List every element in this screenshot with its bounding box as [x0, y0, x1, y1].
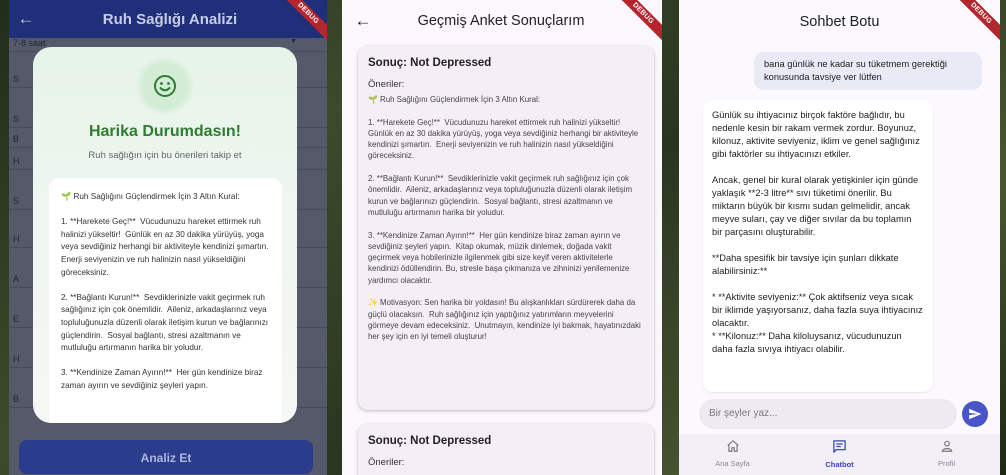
dialog-icon-badge [136, 57, 194, 115]
arrow-left-icon[interactable]: ← [342, 11, 384, 31]
debug-label: DEBUG [281, 0, 327, 43]
nav-item-home[interactable]: Ana Sayfa [679, 434, 786, 475]
send-button[interactable] [962, 401, 988, 427]
bot-message: Günlük su ihtiyacınız birçok faktöre bağ… [703, 100, 933, 392]
nav-label: Chatbot [825, 460, 854, 469]
field-label: S [13, 74, 20, 84]
result-label: Sonuç: Not Depressed [368, 435, 492, 447]
result-card: Sonuç: Not Depressed Öneriler: [358, 424, 654, 475]
suggestions-card: 🌱 Ruh Sağlığını Güçlendirmek İçin 3 Altı… [49, 178, 282, 423]
field-label: S [13, 114, 20, 124]
app-bar: ← Ruh Sağlığı Analizi [9, 0, 327, 38]
chatbot-screen: Sohbet Botu bana günlük ne kadar su tüke… [679, 0, 1000, 475]
screenshot-collage: ← Ruh Sağlığı Analizi 7-8 saat ▼ S S B H… [0, 0, 1006, 475]
field-label: A [13, 274, 20, 284]
smile-icon [154, 75, 176, 97]
analysis-screen: ← Ruh Sağlığı Analizi 7-8 saat ▼ S S B H… [9, 0, 327, 475]
app-bar: ← Geçmiş Anket Sonuçlarım [342, 0, 662, 42]
result-dialog: Harika Durumdasın! Ruh sağlığın için bu … [33, 47, 297, 423]
page-title: Sohbet Botu [799, 14, 880, 30]
debug-label: DEBUG [954, 0, 1000, 43]
message-composer: Bir şeyler yaz... [679, 394, 1000, 434]
debug-banner: DEBUG [616, 0, 662, 46]
nav-label: Ana Sayfa [715, 459, 750, 468]
history-screen: ← Geçmiş Anket Sonuçlarım Sonuç: Not Dep… [342, 0, 662, 475]
field-label: S [13, 196, 20, 206]
user-message: bana günlük ne kadar su tüketmem gerekti… [754, 52, 982, 90]
field-label: B [13, 134, 20, 144]
result-card: Sonuç: Not Depressed Öneriler: 🌱 Ruh Sağ… [358, 46, 654, 410]
home-icon [726, 440, 739, 452]
chat-icon [833, 440, 846, 453]
field-value: 7-8 saat [13, 38, 46, 48]
analyze-button[interactable]: Analiz Et [19, 440, 313, 474]
send-icon [969, 408, 982, 420]
field-label: H [13, 234, 20, 244]
field-label: H [13, 354, 20, 364]
suggestions-text: 🌱 Ruh Sağlığını Güçlendirmek İçin 3 Altı… [61, 192, 269, 390]
message-input[interactable]: Bir şeyler yaz... [699, 399, 957, 429]
dialog-title: Harika Durumdasın! [88, 123, 242, 140]
nav-label: Profil [937, 459, 956, 468]
suggestions-text: 🌱 Ruh Sağlığını Güçlendirmek İçin 3 Altı… [368, 95, 641, 342]
debug-label: DEBUG [616, 0, 662, 43]
debug-banner: DEBUG [954, 0, 1000, 46]
arrow-left-icon[interactable]: ← [9, 9, 43, 29]
result-label: Sonuç: Not Depressed [368, 57, 492, 69]
nav-item-chatbot[interactable]: Chatbot [786, 434, 893, 475]
field-label: B [13, 394, 20, 404]
field-label: H [13, 156, 20, 166]
bottom-navigation: Ana Sayfa Chatbot Profil [679, 434, 1000, 475]
debug-banner: DEBUG [281, 0, 327, 46]
dialog-subtitle: Ruh sağlığın için bu önerileri takip et [88, 150, 242, 161]
suggestions-label: Öneriler: [368, 457, 405, 468]
suggestions-label: Öneriler: [368, 79, 405, 90]
person-icon [941, 440, 952, 452]
field-label: E [13, 314, 20, 324]
nav-item-profile[interactable]: Profil [893, 434, 1000, 475]
